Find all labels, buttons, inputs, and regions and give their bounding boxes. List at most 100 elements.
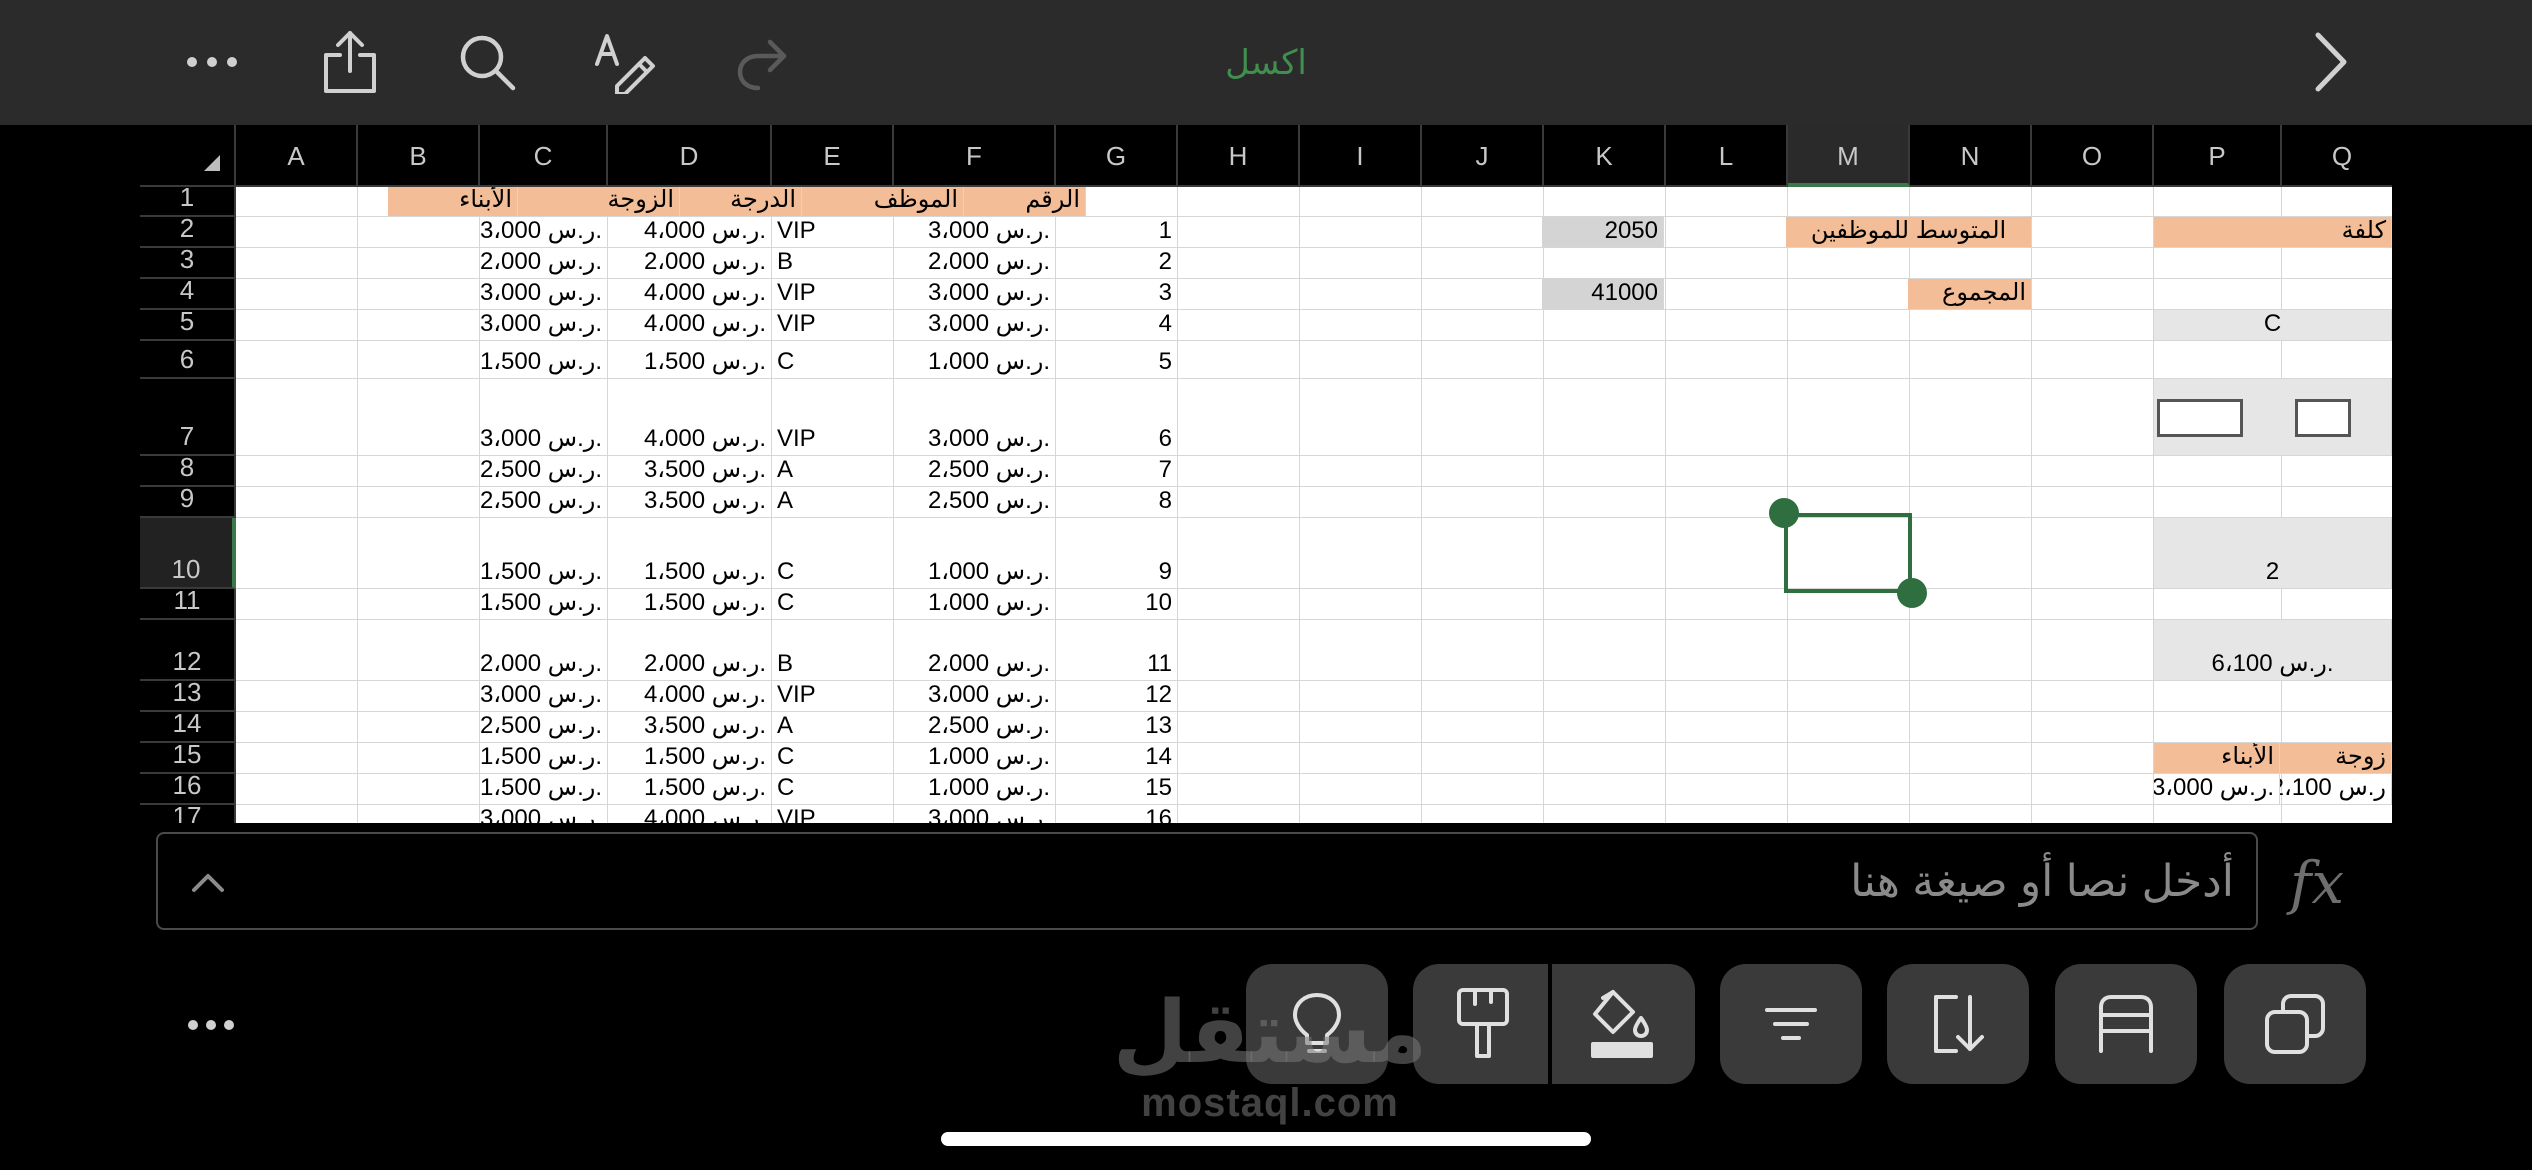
more-dots-icon[interactable] <box>172 22 252 102</box>
record-number-cell[interactable]: 11 <box>1056 620 1178 681</box>
cell-o12[interactable] <box>2032 620 2154 681</box>
cell-j7[interactable] <box>1422 379 1544 456</box>
cell-m8[interactable] <box>1788 456 1910 487</box>
record-children-cell[interactable]: 2،500 ر.س. <box>480 712 608 743</box>
cell-m1[interactable] <box>1788 187 1910 217</box>
cell-j10[interactable] <box>1422 518 1544 589</box>
cell-i16[interactable] <box>1300 774 1422 805</box>
cell-m7[interactable] <box>1788 379 1910 456</box>
cell-m12[interactable] <box>1788 620 1910 681</box>
cell-a17[interactable] <box>236 805 358 823</box>
cell-b5[interactable] <box>358 310 480 341</box>
record-number-cell[interactable]: 13 <box>1056 712 1178 743</box>
cell-n10[interactable] <box>1910 518 2032 589</box>
cell-l8[interactable] <box>1666 456 1788 487</box>
record-grade-cell[interactable]: B <box>772 620 894 681</box>
record-employee-cell[interactable]: 3،000 ر.س. <box>894 217 1056 248</box>
cell-l11[interactable] <box>1666 589 1788 620</box>
column-header-o[interactable]: O <box>2032 125 2154 187</box>
header-children[interactable]: الأبناء <box>388 187 518 217</box>
record-spouse-cell[interactable]: 3،500 ر.س. <box>608 487 772 518</box>
formula-input-placeholder[interactable]: أدخل نصا أو صيغة هنا <box>1850 852 2234 912</box>
record-grade-cell[interactable]: C <box>772 774 894 805</box>
panel-children-header[interactable]: الأبناء <box>2154 743 2280 774</box>
record-spouse-cell[interactable]: 1،500 ر.س. <box>608 518 772 589</box>
cell-i13[interactable] <box>1300 681 1422 712</box>
cell-q3[interactable] <box>2282 248 2392 279</box>
cell-a7[interactable] <box>236 379 358 456</box>
sheet-cells[interactable]: الأبناء الزوجة الدرجة الموظف الرقم 3،000… <box>236 187 2392 823</box>
record-children-cell[interactable]: 3،000 ر.س. <box>480 279 608 310</box>
cell-o6[interactable] <box>2032 341 2154 379</box>
cell-j12[interactable] <box>1422 620 1544 681</box>
cell-p9[interactable] <box>2154 487 2282 518</box>
cell-a3[interactable] <box>236 248 358 279</box>
fx-icon[interactable]: fx <box>2282 838 2352 928</box>
column-header-l[interactable]: L <box>1666 125 1788 187</box>
cell-q4[interactable] <box>2282 279 2392 310</box>
total-label-cell[interactable]: المجموع <box>1908 279 2032 310</box>
record-grade-cell[interactable]: C <box>772 341 894 379</box>
cell-b8[interactable] <box>358 456 480 487</box>
record-number-cell[interactable]: 4 <box>1056 310 1178 341</box>
cell-a4[interactable] <box>236 279 358 310</box>
cell-o15[interactable] <box>2032 743 2154 774</box>
cell-b17[interactable] <box>358 805 480 823</box>
header-number[interactable]: الرقم <box>964 187 1086 217</box>
cell-m3[interactable] <box>1788 248 1910 279</box>
record-number-cell[interactable]: 16 <box>1056 805 1178 823</box>
cell-l14[interactable] <box>1666 712 1788 743</box>
record-spouse-cell[interactable]: 1،500 ر.س. <box>608 341 772 379</box>
chevron-right-icon[interactable] <box>2290 22 2370 102</box>
cell-o17[interactable] <box>2032 805 2154 823</box>
header-spouse[interactable]: الزوجة <box>518 187 680 217</box>
record-spouse-cell[interactable]: 1،500 ر.س. <box>608 743 772 774</box>
cell-l5[interactable] <box>1666 310 1788 341</box>
column-header-q[interactable]: Q <box>2282 125 2392 187</box>
cell-h7[interactable] <box>1178 379 1300 456</box>
cell-q8[interactable] <box>2282 456 2392 487</box>
record-spouse-cell[interactable]: 2،000 ر.س. <box>608 248 772 279</box>
cell-k6[interactable] <box>1544 341 1666 379</box>
cell-m15[interactable] <box>1788 743 1910 774</box>
record-number-cell[interactable]: 7 <box>1056 456 1178 487</box>
cell-p13[interactable] <box>2154 681 2282 712</box>
record-children-cell[interactable]: 3،000 ر.س. <box>480 379 608 456</box>
cell-h4[interactable] <box>1178 279 1300 310</box>
cell-i2[interactable] <box>1300 217 1422 248</box>
cell-i4[interactable] <box>1300 279 1422 310</box>
cell-o1[interactable] <box>2032 187 2154 217</box>
record-spouse-cell[interactable]: 2،000 ر.س. <box>608 620 772 681</box>
cell-m5[interactable] <box>1788 310 1910 341</box>
cell-b16[interactable] <box>358 774 480 805</box>
cell-h2[interactable] <box>1178 217 1300 248</box>
cell-k3[interactable] <box>1544 248 1666 279</box>
cell-o8[interactable] <box>2032 456 2154 487</box>
cell-b7[interactable] <box>358 379 480 456</box>
cell-j11[interactable] <box>1422 589 1544 620</box>
cell-k5[interactable] <box>1544 310 1666 341</box>
cell-a10[interactable] <box>236 518 358 589</box>
more-options-icon[interactable] <box>176 990 246 1060</box>
record-number-cell[interactable]: 2 <box>1056 248 1178 279</box>
row-header-6[interactable]: 6 <box>140 341 236 379</box>
cell-j4[interactable] <box>1422 279 1544 310</box>
record-spouse-cell[interactable]: 4،000 ر.س. <box>608 279 772 310</box>
column-header-i[interactable]: I <box>1300 125 1422 187</box>
cell-p11[interactable] <box>2154 589 2282 620</box>
record-grade-cell[interactable]: C <box>772 589 894 620</box>
cell-a2[interactable] <box>236 217 358 248</box>
format-brush-icon[interactable] <box>1453 986 1513 1067</box>
cell-o16[interactable] <box>2032 774 2154 805</box>
record-children-cell[interactable]: 3،000 ر.س. <box>480 310 608 341</box>
record-number-cell[interactable]: 14 <box>1056 743 1178 774</box>
row-header-10[interactable]: 10 <box>140 518 236 589</box>
record-employee-cell[interactable]: 1،000 ر.س. <box>894 774 1056 805</box>
cell-n17[interactable] <box>1910 805 2032 823</box>
cell-p8[interactable] <box>2154 456 2282 487</box>
column-header-f[interactable]: F <box>894 125 1056 187</box>
cell-n12[interactable] <box>1910 620 2032 681</box>
cell-q6[interactable] <box>2282 341 2392 379</box>
cell-n15[interactable] <box>1910 743 2032 774</box>
column-header-b[interactable]: B <box>358 125 480 187</box>
